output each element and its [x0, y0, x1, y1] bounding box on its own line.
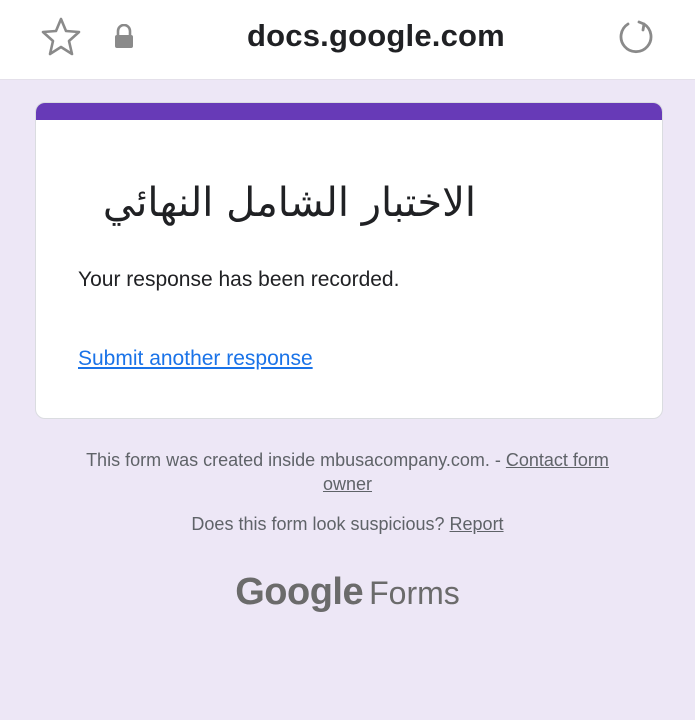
form-origin-text: This form was created inside mbusacompan…: [86, 450, 506, 470]
response-card: الاختبار الشامل النهائي Your response ha…: [35, 102, 663, 419]
card-accent-bar: [36, 103, 662, 120]
lock-icon: [113, 23, 135, 50]
form-origin-notice: This form was created inside mbusacompan…: [60, 448, 635, 496]
brand-forms-text: Forms: [369, 575, 460, 611]
brand-google-text: Google: [235, 571, 364, 613]
suspicious-text: Does this form look suspicious?: [191, 514, 450, 534]
address-bar-url[interactable]: docs.google.com: [200, 18, 552, 54]
suspicious-notice: Does this form look suspicious? Report: [60, 514, 635, 535]
report-link[interactable]: Report: [450, 514, 504, 534]
google-forms-logo[interactable]: Google Forms: [0, 571, 695, 614]
form-title: الاختبار الشامل النهائي: [102, 180, 476, 226]
browser-toolbar: docs.google.com: [0, 0, 695, 80]
submit-another-response-link[interactable]: Submit another response: [78, 347, 313, 371]
reload-icon[interactable]: [614, 15, 658, 59]
confirmation-message: Your response has been recorded.: [78, 268, 400, 291]
bookmark-star-icon[interactable]: [40, 16, 82, 58]
